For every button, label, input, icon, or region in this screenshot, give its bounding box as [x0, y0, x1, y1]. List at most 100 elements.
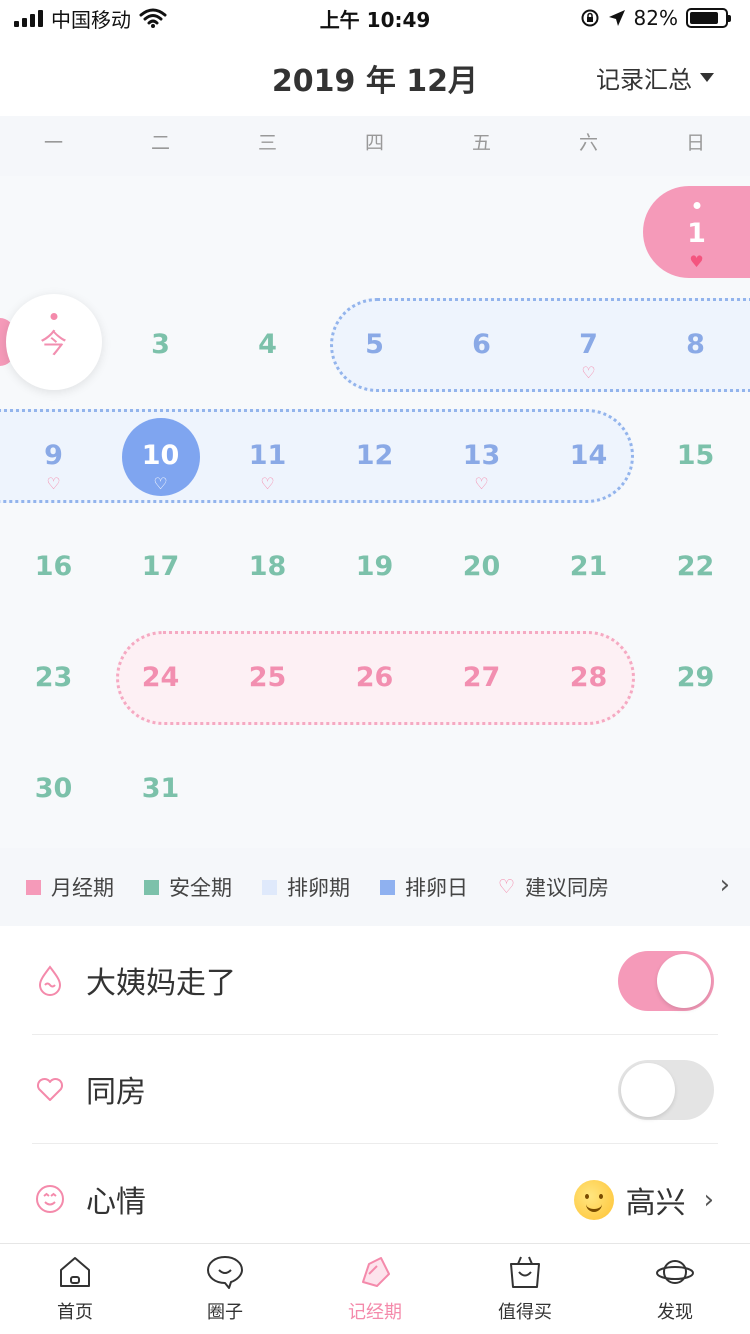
status-bar: 中国移动 上午 10:49 82%: [0, 0, 750, 36]
mood-text: 高兴: [625, 1186, 686, 1221]
tab-period[interactable]: 记经期: [300, 1244, 450, 1334]
record-label: 心情: [86, 1184, 146, 1220]
period-end-toggle[interactable]: [618, 951, 714, 1011]
day-number: 11: [248, 440, 287, 471]
day-cell-6[interactable]: 6: [428, 289, 535, 400]
day-cell-today[interactable]: 今: [0, 289, 107, 400]
day-cell-17[interactable]: 17: [107, 511, 214, 622]
legend-swatch: [144, 879, 159, 895]
chevron-right-icon: ›: [703, 1185, 714, 1215]
day-cell-16[interactable]: 16: [0, 511, 107, 622]
tab-home[interactable]: 首页: [0, 1244, 150, 1334]
record-row-intimacy[interactable]: 同房: [32, 1035, 718, 1144]
day-cell-22[interactable]: 22: [642, 511, 749, 622]
day-cell-18[interactable]: 18: [214, 511, 321, 622]
day-cell-27[interactable]: 27: [428, 622, 535, 733]
chevron-right-icon[interactable]: ›: [720, 870, 730, 900]
calendar-week-1: 1 ♥: [0, 178, 750, 289]
legend-safe: 安全期: [144, 872, 232, 902]
toggle-knob: [657, 954, 711, 1008]
weekday-wed: 三: [257, 132, 277, 154]
calendar-week-4: 16 17 18 19 20 21 22: [0, 511, 750, 622]
record-label: 大姨妈走了: [86, 966, 236, 1001]
day-cell-13[interactable]: 13 ♡: [428, 400, 535, 511]
day-cell-11[interactable]: 11 ♡: [214, 400, 321, 511]
legend-swatch: [26, 879, 41, 895]
day-number: 4: [258, 329, 277, 360]
day-cell-21[interactable]: 21: [535, 511, 642, 622]
day-cell-3[interactable]: 3: [107, 289, 214, 400]
heart-icon: ♥: [689, 252, 704, 271]
heart-icon: ♡: [46, 474, 61, 493]
mood-value[interactable]: 高兴 ›: [573, 1178, 714, 1222]
pencil-icon: [362, 1257, 390, 1287]
day-cell-19[interactable]: 19: [321, 511, 428, 622]
weekday-tue: 二: [150, 132, 170, 154]
tab-label: 圈子: [207, 1302, 243, 1323]
legend-ovulation-day: 排卵日: [380, 872, 468, 902]
legend-swatch: [262, 879, 277, 895]
day-number: 12: [355, 440, 394, 471]
day-cell-31[interactable]: 31: [107, 733, 214, 844]
day-number: 15: [676, 440, 715, 471]
day-number: 24: [141, 662, 180, 693]
chat-bubble-icon: [207, 1256, 243, 1289]
day-cell-12[interactable]: 12: [321, 400, 428, 511]
day-number: 16: [34, 551, 73, 582]
record-summary-button[interactable]: 记录汇总: [596, 60, 714, 95]
day-number: 10: [141, 440, 180, 471]
legend-ovulation-period: 排卵期: [262, 872, 350, 902]
tab-label: 首页: [57, 1302, 93, 1323]
day-cell-5[interactable]: 5: [321, 289, 428, 400]
day-cell-30[interactable]: 30: [0, 733, 107, 844]
weekday-sun: 日: [685, 132, 705, 154]
tab-discover[interactable]: 发现: [600, 1244, 750, 1334]
day-cell-26[interactable]: 26: [321, 622, 428, 733]
heart-icon: ♡: [474, 474, 489, 493]
day-number: 19: [355, 551, 394, 582]
tab-deals[interactable]: 值得买: [450, 1244, 600, 1334]
day-cell-10[interactable]: 10 ♡: [107, 400, 214, 511]
legend-label: 排卵日: [405, 876, 468, 900]
droplet-icon: [38, 965, 62, 996]
happy-emoji-icon: [573, 1180, 614, 1220]
heart-icon: ♡: [581, 363, 596, 382]
legend-bar: 月经期 安全期 排卵期 排卵日 ♡ 建议同房 ›: [0, 848, 750, 926]
tab-label: 记经期: [348, 1302, 402, 1323]
day-cell-7[interactable]: 7 ♡: [535, 289, 642, 400]
day-cell-24[interactable]: 24: [107, 622, 214, 733]
day-number: 9: [44, 440, 63, 471]
day-cell-14[interactable]: 14: [535, 400, 642, 511]
day-number: 7: [579, 329, 598, 360]
day-cell-8[interactable]: 8: [642, 289, 749, 400]
intimacy-toggle[interactable]: [618, 1060, 714, 1120]
day-cell-1[interactable]: 1 ♥: [643, 178, 750, 289]
day-cell-15[interactable]: 15: [642, 400, 749, 511]
header: 2019 年 12月 记录汇总: [0, 40, 750, 116]
day-cell-20[interactable]: 20: [428, 511, 535, 622]
day-cell-29[interactable]: 29: [642, 622, 749, 733]
day-cell-23[interactable]: 23: [0, 622, 107, 733]
day-number: 26: [355, 662, 394, 693]
record-label: 同房: [86, 1075, 146, 1110]
toggle-knob: [621, 1063, 675, 1117]
day-cell-4[interactable]: 4: [214, 289, 321, 400]
day-cell-28[interactable]: 28: [535, 622, 642, 733]
home-icon: [60, 1257, 90, 1287]
battery-percent: 82%: [633, 6, 678, 30]
day-number: 5: [365, 329, 384, 360]
record-row-mood[interactable]: 心情 高兴 ›: [32, 1144, 718, 1253]
day-number: 27: [462, 662, 501, 693]
day-number: 14: [569, 440, 608, 471]
day-cell-9[interactable]: 9 ♡: [0, 400, 107, 511]
calendar: 一 二 三 四 五 六 日 1 ♥ 今 3 4 5 6 7 ♡ 8 9 ♡ 10…: [0, 116, 750, 848]
day-number: 30: [34, 773, 73, 804]
day-number: 3: [151, 329, 170, 360]
day-cell-25[interactable]: 25: [214, 622, 321, 733]
caret-down-icon: [700, 73, 714, 82]
record-row-period-end[interactable]: 大姨妈走了: [32, 926, 718, 1035]
tab-circle[interactable]: 圈子: [150, 1244, 300, 1334]
legend-swatch: [380, 879, 395, 895]
day-number: 18: [248, 551, 287, 582]
legend-label: 排卵期: [287, 876, 350, 900]
